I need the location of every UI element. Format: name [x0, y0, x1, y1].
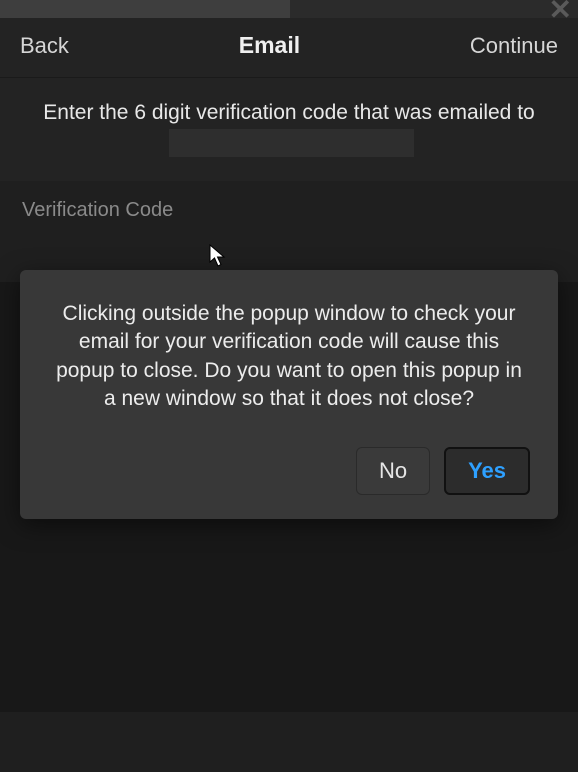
- back-button[interactable]: Back: [20, 33, 69, 59]
- window-titlebar: ✕: [0, 0, 578, 18]
- confirm-dialog: Clicking outside the popup window to che…: [20, 270, 558, 519]
- continue-button[interactable]: Continue: [470, 33, 558, 59]
- titlebar-tab: [0, 0, 290, 18]
- instruction-text: Enter the 6 digit verification code that…: [0, 77, 578, 181]
- dialog-actions: No Yes: [48, 447, 530, 495]
- page-title: Email: [239, 32, 300, 59]
- yes-button[interactable]: Yes: [444, 447, 530, 495]
- no-button[interactable]: No: [356, 447, 430, 495]
- verification-code-label: Verification Code: [22, 199, 556, 222]
- redacted-email: [169, 129, 414, 157]
- instruction-prefix: Enter the 6 digit verification code that…: [43, 101, 534, 124]
- dialog-message: Clicking outside the popup window to che…: [48, 300, 530, 413]
- close-icon[interactable]: ✕: [549, 0, 572, 24]
- form-section: Verification Code: [0, 181, 578, 282]
- page-header: Back Email Continue: [0, 18, 578, 77]
- app-window: ✕ Back Email Continue Enter the 6 digit …: [0, 0, 578, 772]
